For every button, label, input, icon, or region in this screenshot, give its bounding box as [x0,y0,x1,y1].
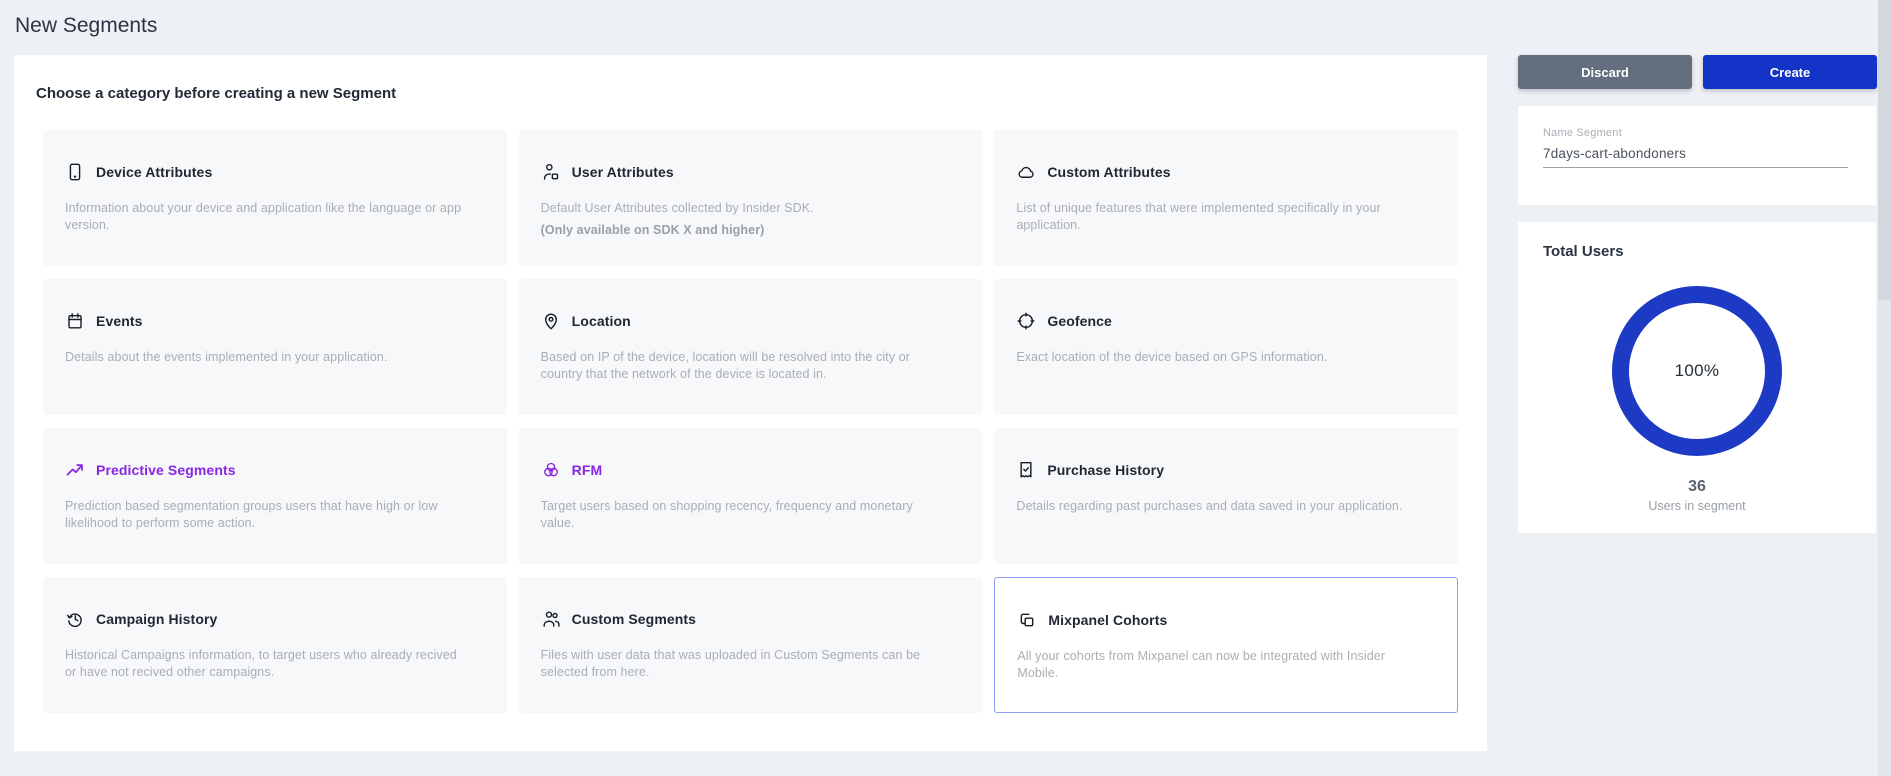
discard-button[interactable]: Discard [1518,55,1692,89]
users-in-segment-count: 36 [1518,478,1876,496]
category-card-device-attributes[interactable]: Device Attributes Information about your … [43,130,507,266]
category-title: Custom Attributes [1047,164,1170,180]
history-clock-icon [65,609,85,629]
total-users-title: Total Users [1543,243,1851,260]
category-description: Based on IP of the device, location will… [541,349,941,383]
category-card-location[interactable]: Location Based on IP of the device, locat… [519,279,983,415]
user-badge-icon [541,162,561,182]
category-title: Device Attributes [96,164,212,180]
trend-arrow-icon [65,460,85,480]
category-card-rfm[interactable]: RFM Target users based on shopping recenc… [519,428,983,564]
category-card-custom-segments[interactable]: Custom Segments Files with user data that… [519,577,983,713]
scrollbar[interactable] [1878,0,1891,776]
donut-ring: 100% [1612,286,1782,456]
category-description: Default User Attributes collected by Ins… [541,200,941,217]
category-card-purchase-history[interactable]: Purchase History Details regarding past p… [994,428,1458,564]
category-card-user-attributes[interactable]: User Attributes Default User Attributes c… [519,130,983,266]
category-card-mixpanel-cohorts[interactable]: Mixpanel Cohorts All your cohorts from Mi… [994,577,1458,713]
category-description: Historical Campaigns information, to tar… [65,647,465,681]
category-description: Exact location of the device based on GP… [1016,349,1416,366]
venn-circles-icon [541,460,561,480]
category-description: Target users based on shopping recency, … [541,498,941,532]
receipt-check-icon [1016,460,1036,480]
category-grid: Device Attributes Information about your … [43,130,1458,713]
category-title: Custom Segments [572,611,696,627]
page-title: New Segments [15,14,157,38]
category-title: Geofence [1047,313,1112,329]
category-description: Details regarding past purchases and dat… [1016,498,1416,515]
category-title: RFM [572,462,603,478]
category-description: Files with user data that was uploaded i… [541,647,941,681]
category-description: List of unique features that were implem… [1016,200,1416,234]
cloud-icon [1016,162,1036,182]
category-title: Purchase History [1047,462,1164,478]
users-group-icon [541,609,561,629]
category-card-events[interactable]: Events Details about the events implement… [43,279,507,415]
category-description-note: (Only available on SDK X and higher) [541,222,941,239]
category-title: Events [96,313,143,329]
category-description: All your cohorts from Mixpanel can now b… [1017,648,1417,682]
scrollbar-thumb[interactable] [1878,0,1891,300]
category-card-predictive-segments[interactable]: Predictive Segments Prediction based segm… [43,428,507,564]
category-title: Campaign History [96,611,217,627]
category-title: User Attributes [572,164,674,180]
calendar-icon [65,311,85,331]
name-segment-input[interactable] [1543,146,1848,168]
category-card-custom-attributes[interactable]: Custom Attributes List of unique features… [994,130,1458,266]
name-segment-label: Name Segment [1543,127,1848,139]
cohorts-link-icon [1017,610,1037,630]
category-title: Location [572,313,631,329]
donut-percent-label: 100% [1675,361,1720,381]
category-card-geofence[interactable]: Geofence Exact location of the device bas… [994,279,1458,415]
category-title: Predictive Segments [96,462,236,478]
create-button[interactable]: Create [1703,55,1877,89]
total-users-card: Total Users 100% 36 Users in segment [1518,222,1876,533]
category-description: Details about the events implemented in … [65,349,465,366]
users-in-segment-caption: Users in segment [1518,499,1876,513]
geofence-crosshair-icon [1016,311,1036,331]
category-description: Information about your device and applic… [65,200,465,234]
total-users-donut-chart: 100% [1518,286,1876,456]
device-icon [65,162,85,182]
category-description: Prediction based segmentation groups use… [65,498,465,532]
map-pin-icon [541,311,561,331]
category-title: Mixpanel Cohorts [1048,612,1167,628]
category-card-campaign-history[interactable]: Campaign History Historical Campaigns inf… [43,577,507,713]
segment-category-panel: Choose a category before creating a new … [14,55,1487,751]
name-segment-card: Name Segment [1518,106,1876,205]
panel-header: Choose a category before creating a new … [36,85,396,102]
